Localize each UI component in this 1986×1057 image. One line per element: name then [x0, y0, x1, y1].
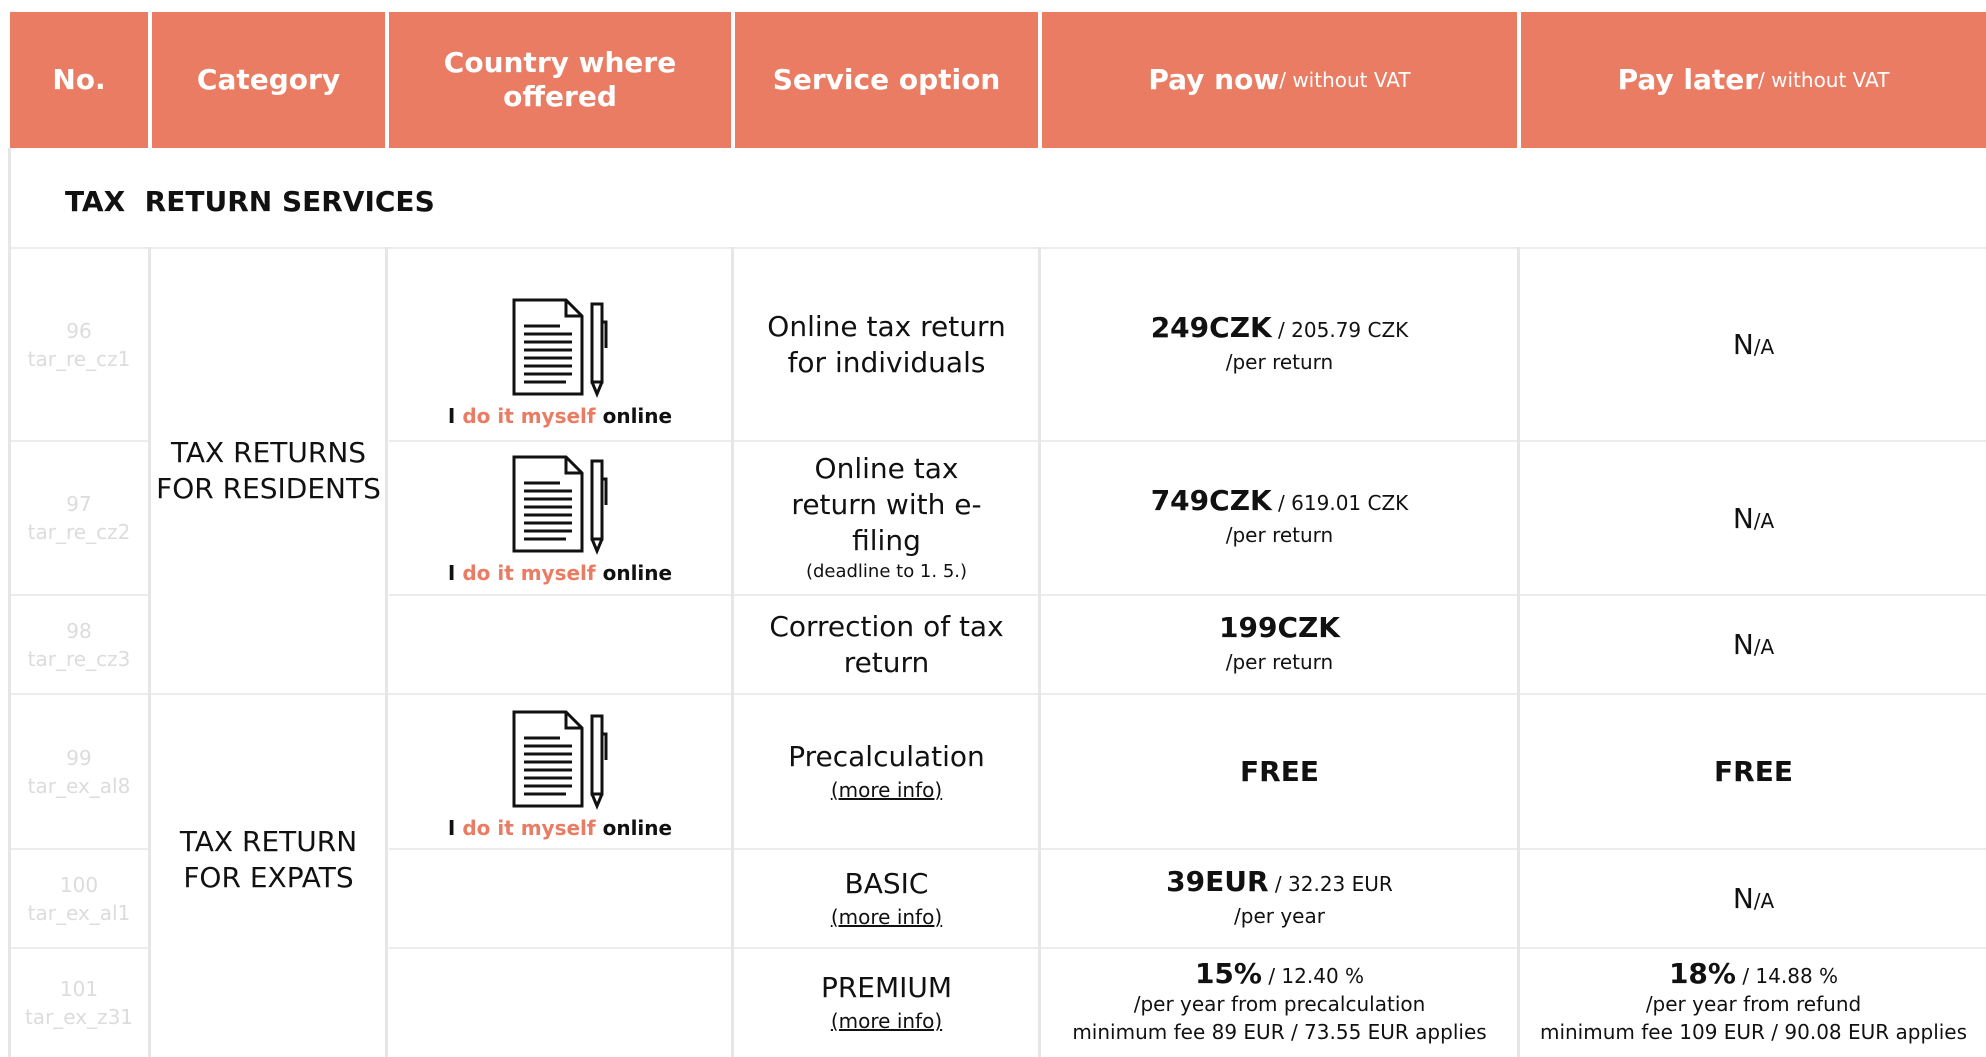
divider [731, 247, 734, 1057]
pricing-table: No. Category Country where offered Servi… [0, 0, 1986, 1057]
category-expats: TAX RETURN FOR EXPATS [179, 825, 358, 894]
offer-online: I do it myself online [389, 298, 731, 428]
offer-online: I do it myself online [389, 455, 731, 585]
pay-later-price: N/A [1732, 501, 1775, 535]
pay-now-price: 199CZK/per return [1219, 610, 1340, 674]
document-pen-icon [512, 710, 608, 810]
row-number: 100 tar_ex_al1 [27, 872, 131, 925]
pay-now-label: Pay now [1148, 63, 1280, 96]
divider [1517, 247, 1520, 1057]
pay-now-price: 749CZK / 619.01 CZK/per return [1150, 484, 1409, 548]
document-pen-icon [512, 298, 608, 398]
more-info-link[interactable]: (more info) [831, 1006, 942, 1036]
pay-now-price: 15% / 12.40 % /per year from precalculat… [1072, 957, 1487, 1045]
service-name: PREMIUM (more info) [735, 949, 1038, 1057]
document-pen-icon [512, 455, 608, 555]
service-name: Online tax return for individuals [767, 309, 1006, 379]
pay-later-price: N/A [1732, 882, 1775, 915]
more-info-link[interactable]: (more info) [831, 902, 942, 932]
divider [385, 247, 388, 1057]
pay-now-price: 39EUR / 32.23 EUR/per year [1166, 864, 1393, 928]
pay-later-price: N/A [1732, 328, 1775, 361]
pay-later-label: Pay later [1617, 63, 1759, 96]
row-number: 101 tar_ex_z31 [24, 977, 134, 1029]
header-service: Service option [735, 12, 1038, 148]
header-category: Category [152, 12, 385, 148]
divider [148, 247, 151, 1057]
pay-later-sub: / without VAT [1758, 68, 1890, 92]
category-residents: TAX RETURNS FOR RESIDENTS [156, 436, 381, 505]
offer-label: I do it myself online [447, 816, 673, 840]
header-pay-now: Pay now / without VAT [1042, 12, 1517, 148]
service-name: BASIC (more info) [735, 850, 1038, 947]
pay-now-sub: / without VAT [1279, 68, 1411, 92]
pay-later-price: 18% / 14.88 % /per year from refund mini… [1539, 957, 1968, 1045]
header-country: Country where offered [389, 12, 731, 148]
header-no: No. [10, 12, 148, 148]
row-number: 97 tar_re_cz2 [27, 492, 131, 544]
offer-label: I do it myself online [447, 404, 673, 428]
pay-later-price: FREE [1714, 755, 1793, 788]
service-name: Precalculation (more info) [735, 695, 1038, 848]
service-name: Correction of tax return [769, 609, 1004, 679]
header-pay-later: Pay later / without VAT [1521, 12, 1986, 148]
more-info-link[interactable]: (more info) [831, 775, 942, 805]
pay-now-price: FREE [1240, 755, 1319, 788]
row-number: 98 tar_re_cz3 [27, 618, 131, 671]
row-number: 96 tar_re_cz1 [27, 318, 131, 371]
pay-later-price: N/A [1732, 628, 1775, 661]
offer-label: I do it myself online [447, 561, 673, 585]
section-title: TAX RETURN SERVICES [65, 185, 435, 218]
pay-now-price: 249CZK / 205.79 CZK/per return [1150, 310, 1409, 374]
service-name: Online tax return with e-filing (deadline… [791, 452, 982, 582]
divider [1038, 247, 1041, 1057]
row-number: 99 tar_ex_al8 [27, 745, 131, 798]
offer-online: I do it myself online [389, 710, 731, 840]
